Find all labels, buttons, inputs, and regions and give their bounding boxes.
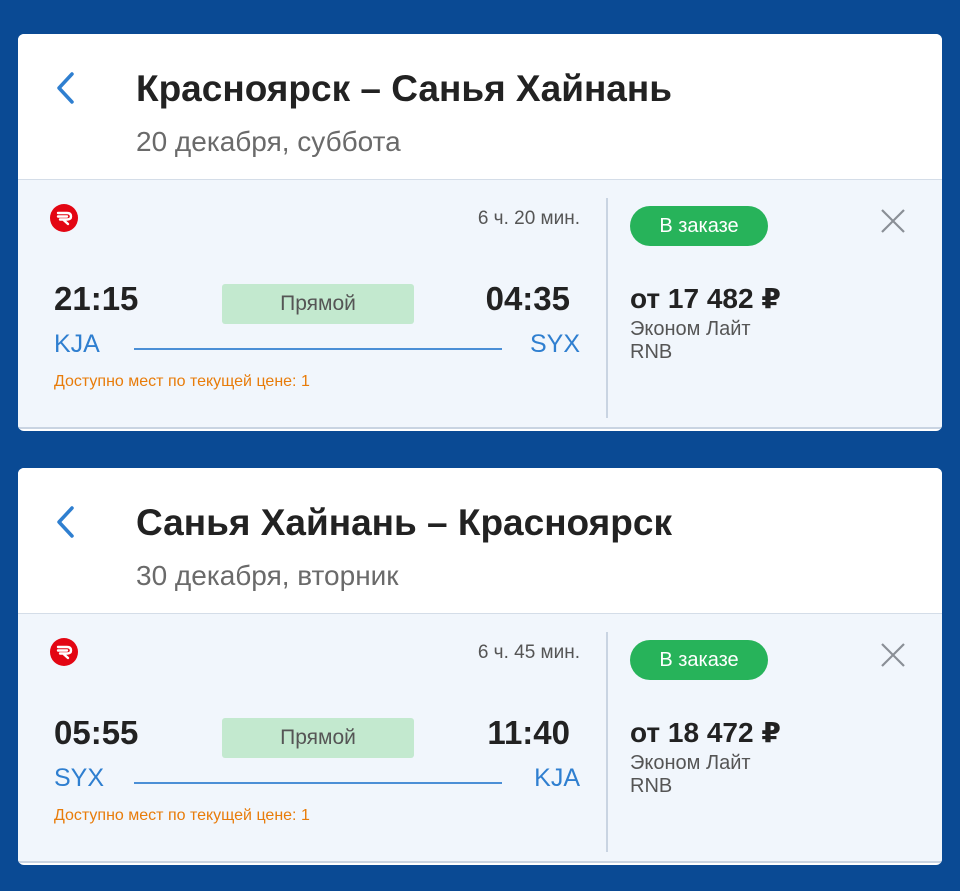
flight-option[interactable]: 6 ч. 20 мин. 21:15 Прямой 04:35 KJA SYX … (18, 179, 942, 429)
back-button[interactable] (52, 70, 82, 106)
flight-card: Санья Хайнань – Красноярск 30 декабря, в… (18, 468, 942, 865)
fare-code: RNB (630, 775, 673, 797)
flight-option[interactable]: 6 ч. 45 мин. 05:55 Прямой 11:40 SYX KJA … (18, 613, 942, 863)
airline-logo-icon (50, 638, 78, 666)
fare-code: RNB (630, 341, 673, 363)
arrival-code: SYX (529, 330, 580, 358)
arrival-time: 04:35 (485, 280, 570, 317)
status-badge: В заказе (630, 640, 768, 680)
remove-button[interactable] (880, 642, 906, 668)
fare-info: Эконом Лайт RNB (630, 318, 751, 364)
route-date: 30 декабря, вторник (136, 560, 399, 591)
arrival-time: 11:40 (487, 714, 570, 751)
route-date: 20 декабря, суббота (136, 126, 401, 157)
divider (606, 198, 608, 418)
departure-time: 21:15 (54, 280, 139, 317)
route-header: Санья Хайнань – Красноярск 30 декабря, в… (18, 468, 942, 613)
route-title: Красноярск – Санья Хайнань (136, 68, 672, 109)
price: от 18 472 ₽ (630, 717, 781, 748)
route-title: Санья Хайнань – Красноярск (136, 502, 672, 543)
fare-name: Эконом Лайт (630, 752, 751, 774)
flight-duration: 6 ч. 45 мин. (477, 642, 580, 663)
seats-available: Доступно мест по текущей цене: 1 (54, 807, 310, 824)
back-button[interactable] (52, 504, 82, 540)
route-header: Красноярск – Санья Хайнань 20 декабря, с… (18, 34, 942, 179)
price: от 17 482 ₽ (630, 283, 781, 314)
arrival-code: KJA (534, 764, 580, 792)
route-line (134, 782, 502, 784)
divider (606, 632, 608, 852)
status-badge: В заказе (630, 206, 768, 246)
departure-time: 05:55 (54, 714, 139, 751)
departure-code: SYX (54, 764, 105, 792)
chevron-left-icon (57, 506, 74, 538)
direct-badge: Прямой (222, 284, 414, 324)
flight-card: Красноярск – Санья Хайнань 20 декабря, с… (18, 34, 942, 431)
departure-code: KJA (54, 330, 100, 358)
chevron-left-icon (57, 72, 74, 104)
fare-name: Эконом Лайт (630, 318, 751, 340)
close-icon (881, 209, 905, 233)
close-icon (881, 643, 905, 667)
seats-available: Доступно мест по текущей цене: 1 (54, 373, 310, 390)
direct-badge: Прямой (222, 718, 414, 758)
fare-info: Эконом Лайт RNB (630, 752, 751, 798)
flight-duration: 6 ч. 20 мин. (477, 208, 580, 229)
route-line (134, 348, 502, 350)
airline-logo-icon (50, 204, 78, 232)
remove-button[interactable] (880, 208, 906, 234)
